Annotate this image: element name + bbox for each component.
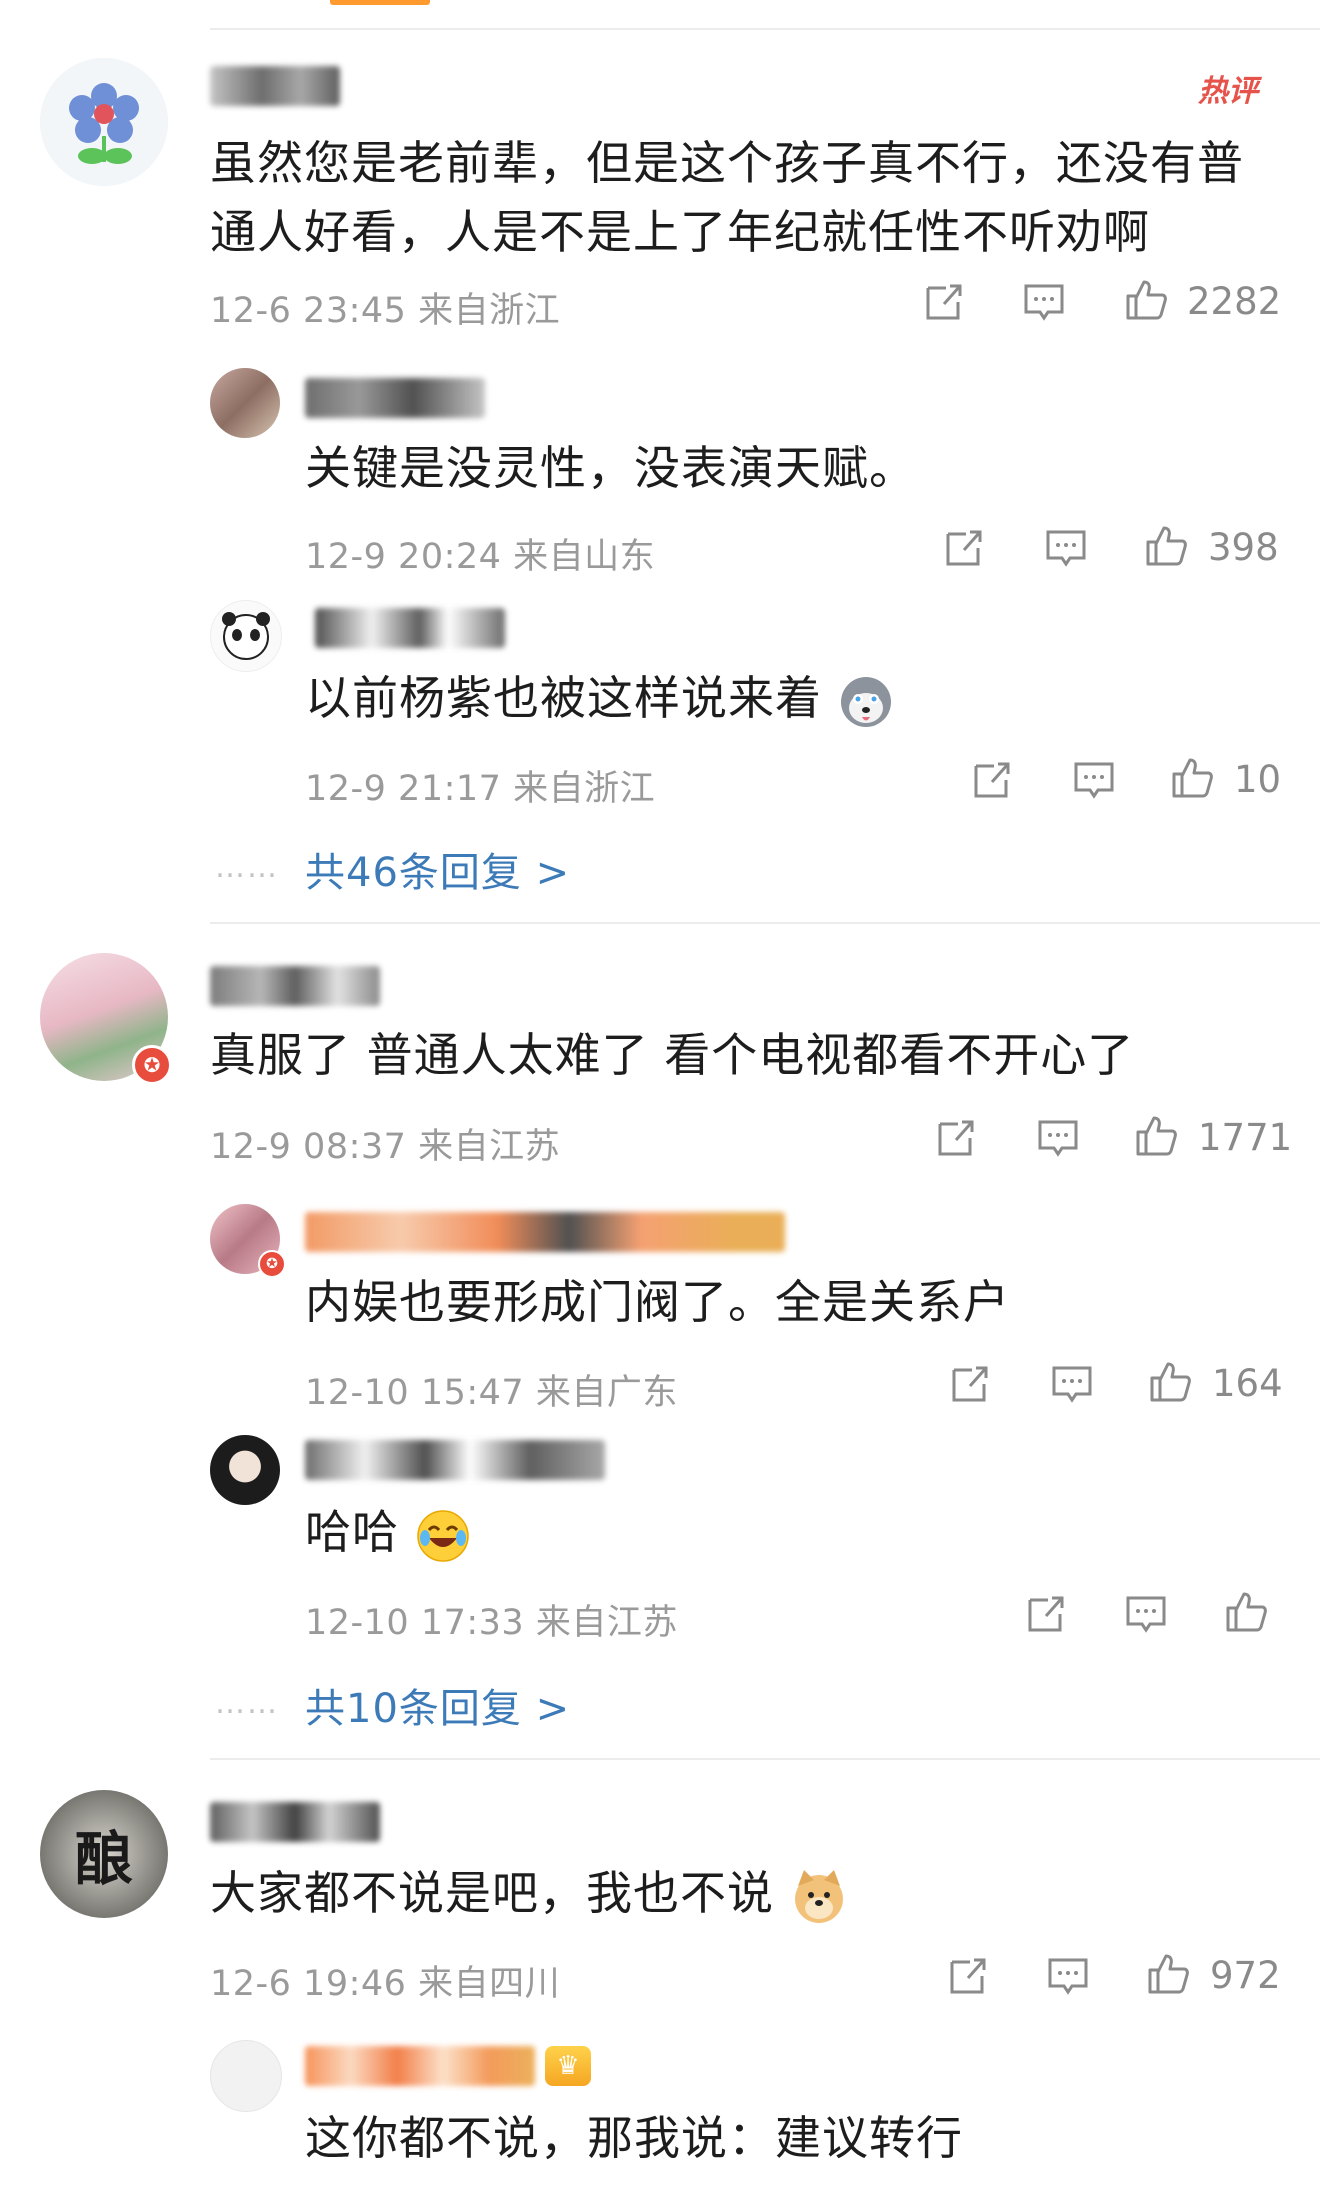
reply-text: 内娱也要形成门阀了。全是关系户 (305, 1275, 1010, 1329)
avatar[interactable] (210, 368, 280, 438)
reply-text-content: 哈哈 (305, 1505, 399, 1559)
repost-icon[interactable] (946, 1954, 990, 1998)
comment-time: 12-6 23:45 (210, 291, 407, 331)
repost-icon[interactable] (922, 280, 966, 324)
avatar-calligraphy: 酿 (74, 1825, 133, 1893)
like-icon[interactable] (1144, 524, 1188, 568)
reply-text-content: 以前杨紫也被这样说来着 (305, 671, 822, 725)
comment-text-line: 真服了 普通人太难了 看个电视都看不开心了 (210, 1028, 1135, 1082)
verified-badge-icon: ✪ (132, 1045, 172, 1085)
reply-meta: 12-10 15:47 来自广东 (305, 1364, 678, 1415)
reply-location: 来自广东 (535, 1373, 678, 1413)
comment-time: 12-9 08:37 (210, 1127, 407, 1167)
avatar[interactable] (210, 600, 282, 672)
comment-icon[interactable] (1050, 1362, 1094, 1406)
reply-meta: 12-10 17:33 来自江苏 (305, 1594, 678, 1645)
repost-icon[interactable] (1024, 1592, 1068, 1636)
reply-meta: 12-9 20:24 来自山东 (305, 528, 655, 579)
divider (210, 28, 1320, 30)
verified-badge-icon: ✪ (258, 1250, 286, 1278)
reply-text: 哈哈 (305, 1502, 471, 1564)
avatar[interactable] (40, 58, 168, 186)
comment-time: 12-6 19:46 (210, 1964, 407, 2004)
like-count: 972 (1210, 1954, 1281, 1997)
like-icon[interactable] (1146, 1952, 1190, 1996)
comment-location: 来自浙江 (418, 291, 561, 331)
divider (210, 1758, 1320, 1760)
comment-meta: 12-6 19:46 来自四川 (210, 1955, 560, 2006)
more-replies-link[interactable]: 共46条回复 > (305, 840, 570, 898)
crown-badge-icon: ♛ (545, 2046, 591, 2086)
comment-location: 来自四川 (418, 1964, 561, 2004)
comment-icon[interactable] (1124, 1592, 1168, 1636)
comment-text-line: 虽然您是老前辈，但是这个孩子真不行，还没有普 (210, 136, 1244, 190)
husky-emoji-icon (840, 676, 891, 727)
username[interactable] (305, 378, 485, 418)
like-count: 1771 (1198, 1116, 1293, 1159)
like-count: 2282 (1187, 280, 1282, 323)
hot-badge: 热评 (1198, 74, 1258, 109)
more-replies-link[interactable]: 共10条回复 > (305, 1676, 570, 1734)
reply-location: 来自江苏 (535, 1603, 678, 1643)
comment-icon[interactable] (1036, 1116, 1080, 1160)
comment-icon[interactable] (1044, 526, 1088, 570)
like-count: 10 (1234, 758, 1282, 801)
like-count: 398 (1208, 526, 1279, 569)
username[interactable] (305, 2046, 535, 2086)
laugh-cry-emoji-icon (416, 1509, 469, 1562)
username[interactable] (315, 608, 505, 648)
doge-emoji-icon (794, 1869, 843, 1923)
avatar[interactable]: 酿 (40, 1790, 168, 1918)
username[interactable] (305, 1212, 785, 1252)
repost-icon[interactable] (934, 1116, 978, 1160)
reply-meta: 12-9 21:17 来自浙江 (305, 760, 655, 811)
avatar[interactable] (210, 1435, 280, 1505)
comment-text-line: 大家都不说是吧，我也不说 (210, 1858, 848, 1928)
reply-text: 以前杨紫也被这样说来着 (305, 668, 894, 730)
repost-icon[interactable] (948, 1362, 992, 1406)
more-replies-dots: …… (215, 1686, 279, 1721)
comment-meta: 12-6 23:45 来自浙江 (210, 282, 560, 333)
reply-time: 12-9 21:17 (305, 769, 502, 809)
username[interactable] (210, 66, 340, 106)
username[interactable] (210, 966, 380, 1006)
more-replies-dots: …… (215, 850, 279, 885)
like-icon[interactable] (1170, 756, 1214, 800)
repost-icon[interactable] (942, 526, 986, 570)
comment-location: 来自江苏 (418, 1127, 561, 1167)
comment-icon[interactable] (1046, 1954, 1090, 1998)
username[interactable] (305, 1440, 605, 1480)
username[interactable] (210, 1802, 380, 1842)
reply-time: 12-10 17:33 (305, 1603, 525, 1643)
reply-time: 12-9 20:24 (305, 537, 502, 577)
reply-location: 来自浙江 (513, 769, 656, 809)
like-icon[interactable] (1148, 1360, 1192, 1404)
like-icon[interactable] (1134, 1114, 1178, 1158)
divider (210, 922, 1320, 924)
comment-text-line: 通人好看，人是不是上了年纪就任性不听劝啊 (210, 205, 1150, 259)
like-icon[interactable] (1124, 278, 1168, 322)
reply-text: 这你都不说，那我说：建议转行 (305, 2111, 963, 2165)
top-accent-bar (330, 0, 430, 5)
comment-icon[interactable] (1022, 280, 1066, 324)
reply-location: 来自山东 (513, 537, 656, 577)
avatar[interactable] (210, 2040, 282, 2112)
reply-text: 关键是没灵性，没表演天赋。 (305, 441, 916, 495)
repost-icon[interactable] (970, 758, 1014, 802)
like-count: 164 (1212, 1362, 1283, 1405)
reply-time: 12-10 15:47 (305, 1373, 525, 1413)
comment-icon[interactable] (1072, 758, 1116, 802)
comment-meta: 12-9 08:37 来自江苏 (210, 1118, 560, 1169)
like-icon[interactable] (1224, 1590, 1268, 1634)
comment-text-content: 大家都不说是吧，我也不说 (210, 1866, 774, 1920)
